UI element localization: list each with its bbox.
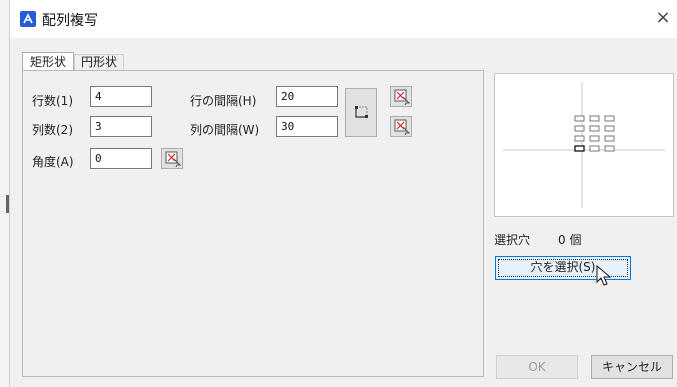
angle-label: 角度(A) [32, 155, 74, 169]
background-window-edge [0, 0, 9, 387]
row-spacing-label: 行の間隔(H) [190, 94, 257, 108]
row-spacing-input[interactable]: 20 [276, 86, 338, 107]
pick-col-spacing-button[interactable] [390, 116, 412, 137]
cancel-button[interactable]: キャンセル [591, 355, 673, 379]
cols-input[interactable]: 3 [90, 116, 152, 137]
pick-spacing-icon [355, 106, 368, 118]
pick-spacing-button[interactable] [345, 88, 377, 137]
selected-holes-label: 選択穴 [494, 233, 531, 247]
array-app-icon [20, 11, 36, 27]
selected-holes-count: 0 個 [558, 233, 582, 247]
pick-row-spacing-button[interactable] [390, 86, 412, 107]
window-title: 配列複写 [42, 13, 98, 29]
cols-label: 列数(2) [32, 123, 73, 137]
rows-label: 行数(1) [32, 94, 73, 108]
col-spacing-label: 列の間隔(W) [190, 123, 260, 137]
tab-circular[interactable]: 円形状 [74, 54, 124, 71]
pick-point-icon [165, 151, 181, 167]
mouse-cursor-icon [596, 265, 612, 286]
tab-rectangular[interactable]: 矩形状 [22, 52, 74, 71]
pick-point-icon [394, 89, 410, 105]
array-copy-dialog: 配列複写 × 矩形状 円形状 行数(1) 4 列数(2) 3 角度(A) 0 行… [9, 0, 677, 387]
array-preview [494, 73, 674, 217]
rows-input[interactable]: 4 [90, 86, 152, 107]
array-preview-graphic [503, 82, 665, 208]
col-spacing-input[interactable]: 30 [276, 116, 338, 137]
select-holes-label: 穴を選択(S) [530, 260, 596, 274]
pick-point-icon [394, 119, 410, 135]
angle-input[interactable]: 0 [90, 148, 152, 169]
pick-angle-button[interactable] [161, 148, 183, 169]
title-bar: 配列複写 × [10, 0, 677, 38]
ok-button[interactable]: OK [496, 355, 578, 379]
close-icon[interactable]: × [650, 5, 676, 31]
